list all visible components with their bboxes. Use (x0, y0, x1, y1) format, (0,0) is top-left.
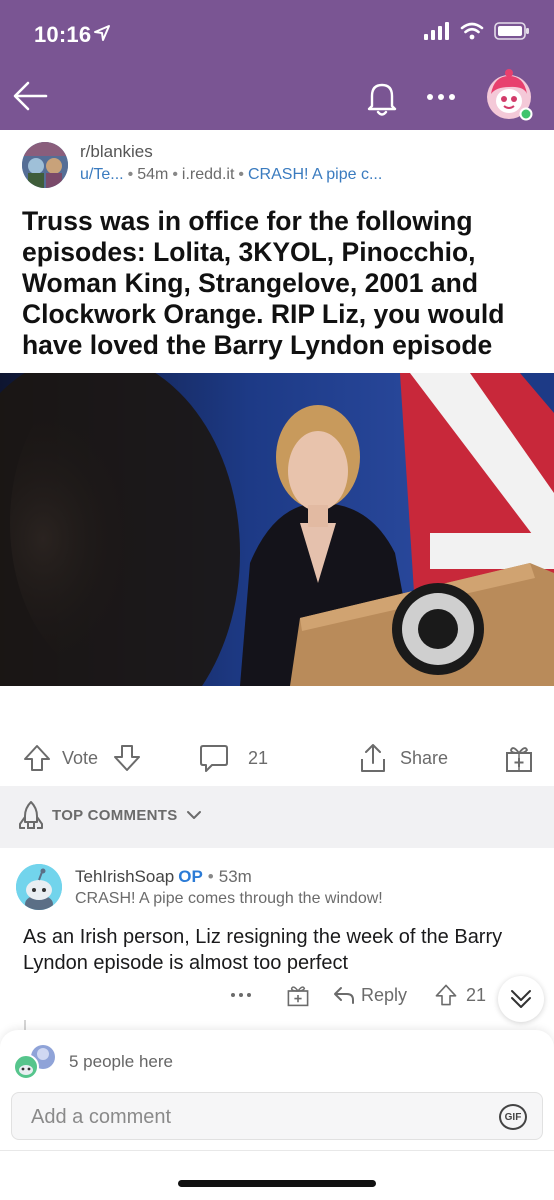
bell-icon[interactable] (364, 78, 400, 118)
comments-count: 21 (248, 747, 269, 768)
gift-award-icon (506, 747, 532, 772)
user-avatar[interactable] (484, 68, 534, 122)
more-dots-icon (231, 993, 251, 997)
post-domain[interactable]: i.redd.it (182, 166, 234, 183)
comment-age: 53m (218, 867, 252, 886)
comment-actions: Reply 21 (0, 980, 554, 1010)
comment-composer-panel: 5 people here Add a comment GIF (0, 1030, 554, 1200)
post-meta-line: u/Te... • 54m • i.redd.it • CRASH! A pipe c... (80, 166, 383, 183)
status-time: 10:16 (34, 22, 92, 47)
subreddit-avatar[interactable] (22, 142, 68, 188)
post-action-bar: Vote 21 Share (0, 730, 554, 786)
downvote-arrow-icon[interactable] (112, 743, 142, 773)
subreddit-name[interactable]: r/blankies (80, 142, 153, 162)
top-header: 10:16 (0, 0, 554, 130)
comment-flair: CRASH! A pipe comes through the window! (75, 890, 383, 907)
comment-award-button[interactable] (286, 980, 310, 1010)
reply-button[interactable]: Reply (332, 980, 407, 1010)
post-flair[interactable]: CRASH! A pipe c... (248, 166, 382, 183)
reply-label: Reply (361, 984, 408, 1005)
presence-avatars (13, 1045, 55, 1080)
next-comment-button[interactable] (498, 976, 544, 1022)
share-label: Share (400, 747, 449, 768)
reply-arrow-icon (334, 987, 354, 1004)
comment-upvote-button[interactable]: 21 (434, 980, 486, 1010)
presence-text: 5 people here (69, 1052, 173, 1071)
comment-placeholder: Add a comment (31, 1106, 172, 1128)
upvote-arrow-icon (435, 984, 457, 1006)
comment-bubble-icon (200, 745, 228, 772)
upvote-arrow-icon[interactable] (22, 743, 52, 773)
post-title[interactable]: Truss was in office for the following ep… (22, 206, 532, 361)
battery-icon (494, 22, 529, 40)
sort-rocket-icon (19, 801, 43, 829)
post-age: 54m (137, 166, 169, 183)
wifi-icon (460, 22, 484, 40)
gif-button[interactable]: GIF (499, 1104, 527, 1130)
status-indicators (424, 22, 530, 40)
more-options-icon[interactable] (424, 82, 458, 112)
award-button[interactable] (504, 730, 534, 786)
upvote-button[interactable] (22, 730, 52, 786)
downvote-button[interactable] (112, 730, 142, 786)
vote-label: Vote (62, 747, 99, 768)
comment-item: TehIrishSoap OP • 53m CRASH! A pipe comes t… (0, 850, 554, 1034)
comment-username[interactable]: TehIrishSoap (75, 867, 174, 886)
bottom-divider (0, 1150, 554, 1151)
commenter-avatar[interactable] (16, 864, 62, 910)
share-icon (361, 744, 385, 772)
comment-body: As an Irish person, Liz resigning the we… (23, 926, 503, 974)
back-arrow-icon[interactable] (10, 76, 50, 116)
share-button[interactable]: Share (358, 730, 448, 786)
op-badge: OP (178, 867, 203, 886)
location-arrow-icon (94, 25, 110, 41)
gift-award-icon (287, 986, 309, 1007)
post-author[interactable]: u/Te... (80, 166, 124, 183)
chevron-down-icon (186, 811, 201, 819)
add-comment-input[interactable]: Add a comment GIF (11, 1092, 543, 1140)
comments-button[interactable]: 21 (198, 730, 268, 786)
sort-label: TOP COMMENTS (52, 806, 178, 824)
double-chevron-down-icon (511, 990, 531, 1008)
comment-more-button[interactable] (230, 980, 252, 1010)
signal-icon (424, 22, 449, 40)
post-meta: r/blankies u/Te... • 54m • i.redd.it • CRASH! … (22, 140, 542, 188)
post-image[interactable] (0, 373, 554, 686)
comment-header: TehIrishSoap OP • 53m (75, 867, 252, 886)
home-indicator[interactable] (178, 1180, 376, 1187)
comment-sort-dropdown[interactable]: TOP COMMENTS (18, 800, 202, 830)
comment-score: 21 (466, 984, 487, 1005)
